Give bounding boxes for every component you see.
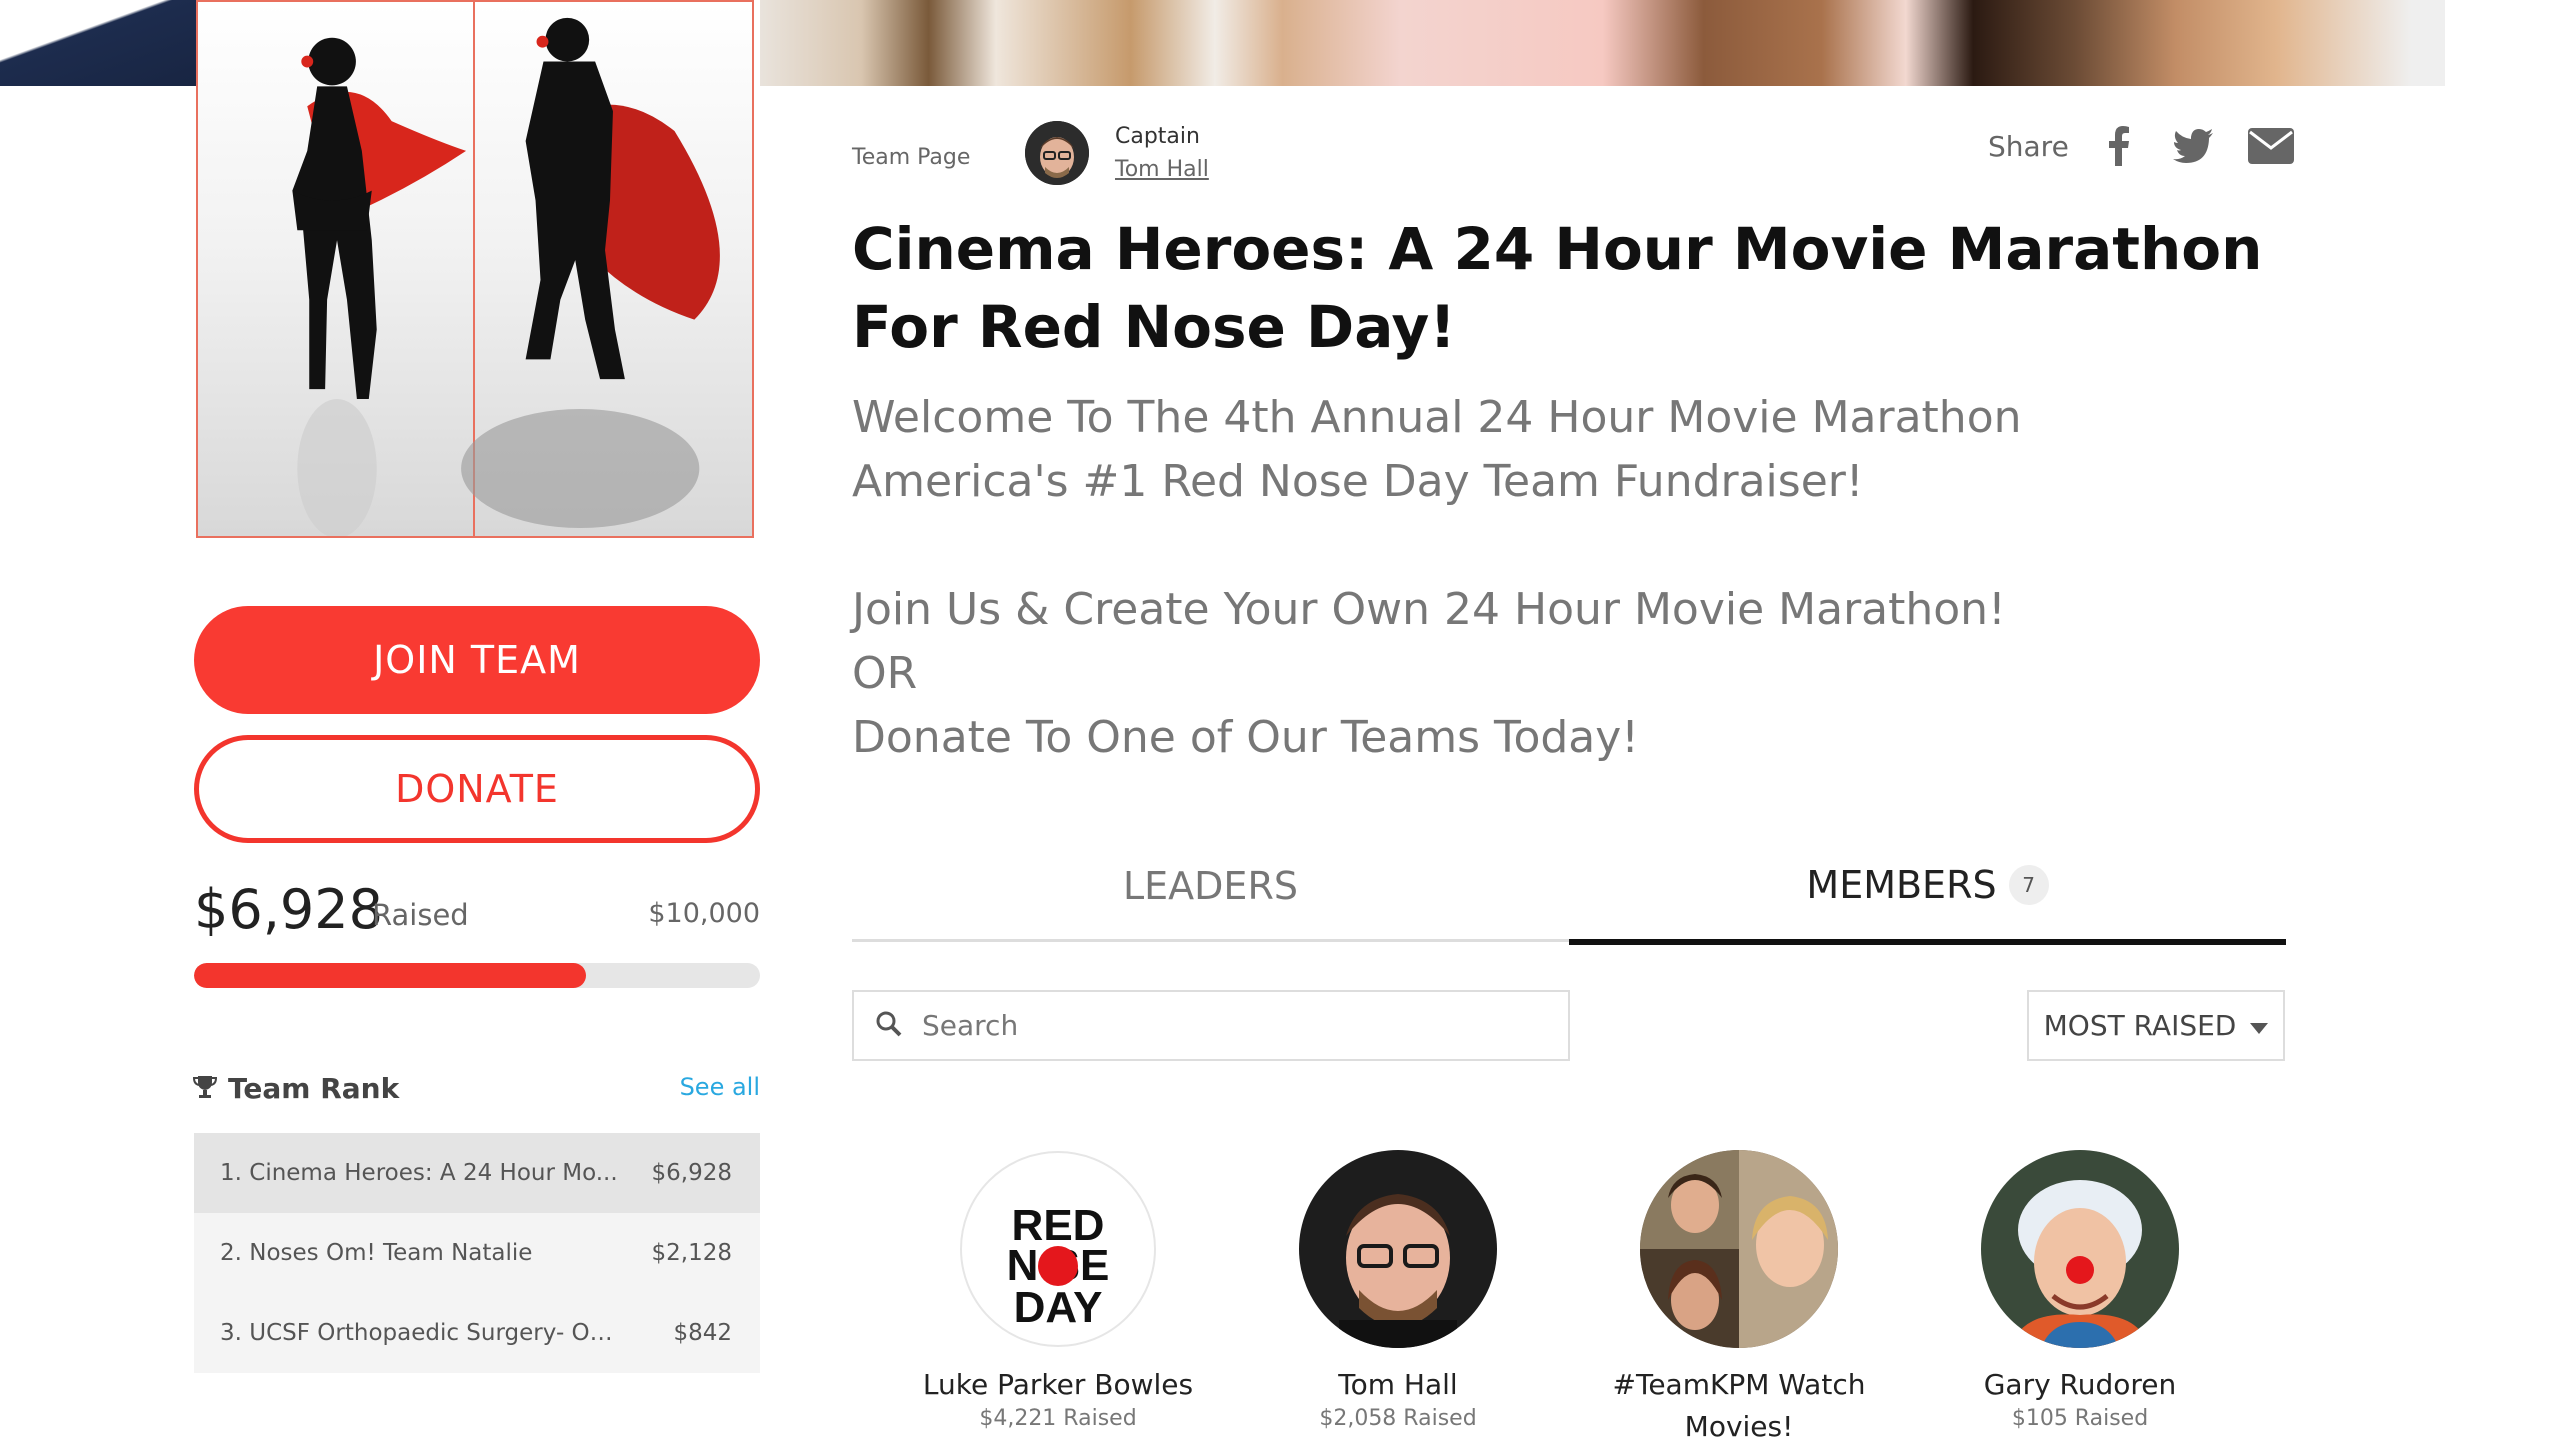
banner-left-image [0,0,196,86]
donate-button[interactable]: DONATE [194,735,760,843]
captain-label: Captain [1115,124,1200,149]
rank-row-amount: $2,128 [651,1240,732,1266]
captain-name-link[interactable]: Tom Hall [1115,157,1209,182]
member-name: Gary Rudoren [1983,1368,2177,1401]
rank-row-amount: $6,928 [651,1160,732,1186]
tab-members-label: MEMBERS [1806,862,1997,907]
description-line: America's #1 Red Nose Day Team Fundraise… [852,456,1864,507]
rank-row-amount: $842 [673,1320,732,1346]
rank-row-name: 2. Noses Om! Team Natalie [220,1240,533,1266]
members-count-badge: 7 [2008,864,2049,905]
team-rank-title: Team Rank [228,1072,400,1105]
see-all-link[interactable]: See all [640,1073,760,1101]
search-input[interactable] [920,1008,1520,1043]
sort-selected-label: MOST RAISED [2043,1009,2237,1042]
team-rank-header: Team Rank [192,1072,399,1105]
tab-leaders[interactable]: LEADERS [852,830,1569,942]
captain-avatar[interactable] [1025,121,1089,185]
member-avatar[interactable] [1981,1150,2179,1348]
superhero-silhouettes [292,17,720,536]
rank-row-name: 1. Cinema Heroes: A 24 Hour Mo... [220,1160,618,1186]
member-raised: $4,221 Raised [979,1406,1137,1431]
caret-down-icon [2250,1009,2269,1042]
page-title: Cinema Heroes: A 24 Hour Movie Marathon … [852,215,2263,361]
member-name: Luke Parker Bowles [922,1368,1194,1401]
svg-text:DAY: DAY [1014,1283,1103,1332]
header-banner-image [760,0,2445,86]
join-team-button[interactable]: JOIN TEAM [194,606,760,714]
description-line: Donate To One of Our Teams Today! [852,712,1639,763]
progress-fill [194,963,587,988]
raised-label: Raised [372,898,469,932]
raised-amount: $6,928 [194,878,383,941]
member-name: Tom Hall [1338,1368,1458,1401]
member-avatar[interactable]: RED N SE DAY [959,1150,1157,1348]
leaderboard-tabs: LEADERS MEMBERS 7 [852,830,2286,945]
team-hero-image [196,0,754,538]
envelope-icon[interactable] [2247,126,2295,166]
member-card[interactable]: #TeamKPM Watch Movies! [1589,1150,1889,1448]
member-raised: $105 Raised [2011,1406,2149,1431]
twitter-icon[interactable] [2172,126,2213,166]
facebook-icon[interactable] [2099,126,2139,166]
trophy-icon [192,1074,218,1104]
fundraising-progress-bar [194,963,760,988]
rank-row[interactable]: 1. Cinema Heroes: A 24 Hour Mo... $6,928 [194,1133,760,1213]
description-line: Welcome To The 4th Annual 24 Hour Movie … [852,392,2022,443]
member-avatar[interactable] [1299,1150,1497,1348]
sort-dropdown[interactable]: MOST RAISED [2027,990,2285,1061]
team-rank-list: 1. Cinema Heroes: A 24 Hour Mo... $6,928… [194,1133,760,1373]
member-card[interactable]: RED N SE DAY Luke Parker Bowles $4,221 R… [908,1150,1208,1431]
share-bar: Share [1988,126,2295,166]
goal-amount: $10,000 [648,898,760,929]
member-raised: $2,058 Raised [1319,1406,1477,1431]
member-search [852,990,1570,1061]
member-card[interactable]: Tom Hall $2,058 Raised [1248,1150,1548,1431]
search-icon [876,1011,902,1041]
tab-members[interactable]: MEMBERS 7 [1569,830,2286,945]
description-line: OR [852,648,918,699]
member-avatar[interactable] [1640,1150,1838,1348]
team-page-label: Team Page [852,145,971,170]
share-label: Share [1988,129,2069,163]
member-card[interactable]: Gary Rudoren $105 Raised [1930,1150,2230,1431]
rank-row[interactable]: 3. UCSF Orthopaedic Surgery- Ort... $842 [194,1293,760,1373]
rank-row-name: 3. UCSF Orthopaedic Surgery- Ort... [220,1320,620,1346]
rank-row[interactable]: 2. Noses Om! Team Natalie $2,128 [194,1213,760,1293]
description-line: Join Us & Create Your Own 24 Hour Movie … [852,584,2006,635]
member-name: #TeamKPM Watch Movies! [1612,1368,1866,1443]
